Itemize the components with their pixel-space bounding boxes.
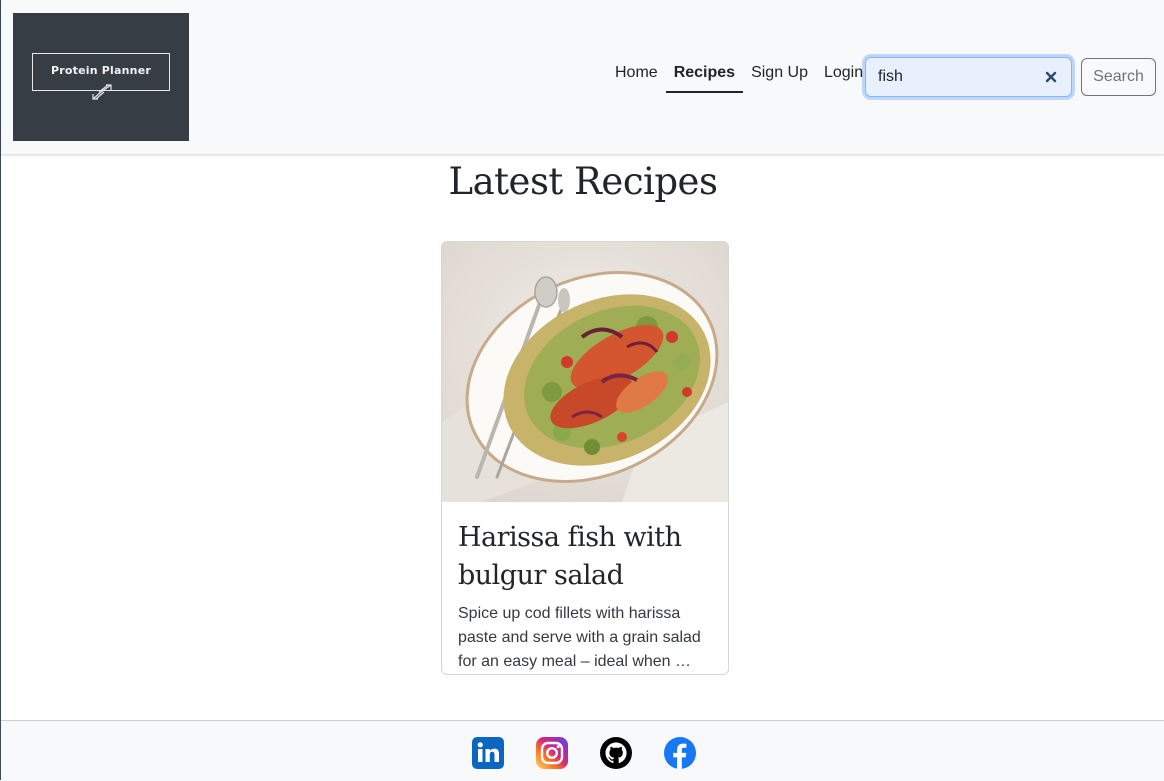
search-button[interactable]: Search: [1081, 58, 1156, 96]
expand-arrows-icon: [92, 84, 112, 100]
recipe-description: Spice up cod fillets with harissa paste …: [458, 605, 701, 670]
recipe-image[interactable]: [442, 242, 728, 502]
logo-text: Protein Planner: [51, 64, 151, 77]
github-icon[interactable]: [600, 737, 632, 769]
brand-logo[interactable]: Protein Planner: [13, 13, 189, 141]
footer: [1, 720, 1164, 781]
page-title: Latest Recipes: [448, 160, 718, 203]
close-icon[interactable]: [1043, 69, 1059, 85]
search-input[interactable]: [865, 57, 1072, 97]
recipe-card[interactable]: Harissa fish with bulgur salad Spice up …: [441, 241, 729, 675]
nav-links: Home Recipes Sign Up Login: [607, 56, 871, 96]
facebook-icon[interactable]: [664, 737, 696, 769]
nav-link-home[interactable]: Home: [607, 56, 666, 91]
navbar: Protein Planner Home Recipes Sign Up Log…: [1, 0, 1164, 154]
instagram-icon[interactable]: [536, 737, 568, 769]
nav-link-recipes[interactable]: Recipes: [665, 56, 744, 93]
nav-link-sign-up[interactable]: Sign Up: [743, 56, 816, 91]
recipe-title[interactable]: Harissa fish with bulgur salad: [458, 519, 718, 595]
linkedin-icon[interactable]: [472, 737, 504, 769]
nav-link-login[interactable]: Login: [816, 56, 871, 91]
